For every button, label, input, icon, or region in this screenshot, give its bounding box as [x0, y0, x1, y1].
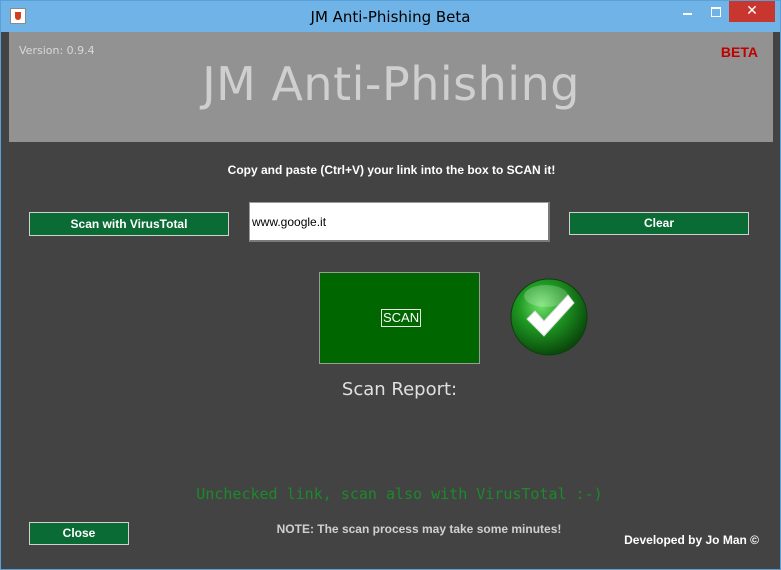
- title-bar[interactable]: JM Anti-Phishing Beta ✕: [1, 1, 780, 32]
- maximize-button[interactable]: [702, 1, 729, 22]
- scan-virustotal-button[interactable]: Scan with VirusTotal: [29, 212, 229, 236]
- url-input[interactable]: [249, 202, 550, 242]
- header-banner: Version: 0.9.4 BETA JM Anti-Phishing: [9, 32, 773, 142]
- window-close-button[interactable]: ✕: [729, 1, 775, 22]
- scan-button-label: SCAN: [381, 309, 422, 327]
- window-title: JM Anti-Phishing Beta: [310, 8, 471, 26]
- version-label: Version: 0.9.4: [19, 44, 95, 57]
- instruction-text: Copy and paste (Ctrl+V) your link into t…: [227, 163, 556, 177]
- scan-button[interactable]: SCAN: [319, 272, 480, 364]
- status-message: Unchecked link, scan also with VirusTota…: [196, 485, 603, 503]
- app-title: JM Anti-Phishing: [202, 57, 580, 111]
- app-window: JM Anti-Phishing Beta ✕ Version: 0.9.4 B…: [0, 0, 781, 570]
- check-icon: [510, 278, 588, 356]
- developer-credit: Developed by Jo Man ©: [624, 533, 759, 547]
- minimize-button[interactable]: [673, 1, 702, 22]
- clear-button[interactable]: Clear: [569, 212, 749, 235]
- scan-report-label: Scan Report:: [341, 379, 458, 400]
